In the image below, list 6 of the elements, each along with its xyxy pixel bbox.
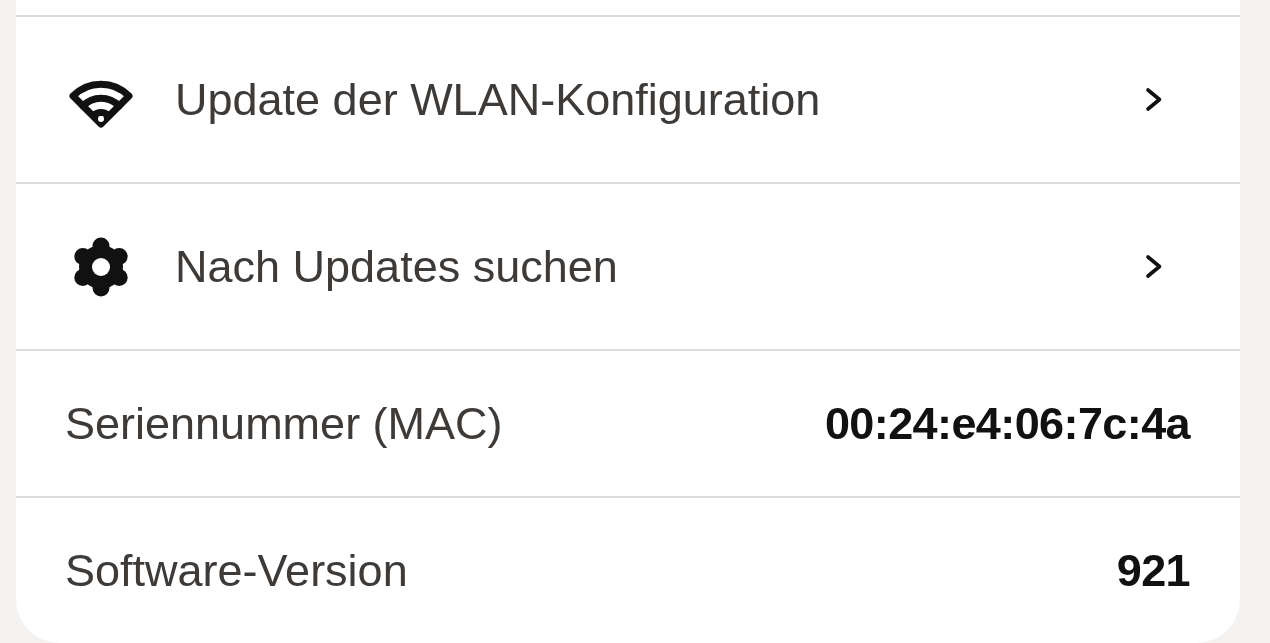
chevron-right-icon: [1145, 254, 1163, 279]
info-value: 00:24:e4:06:7c:4a: [824, 397, 1190, 450]
info-label: Seriennummer (MAC): [65, 397, 503, 450]
chevron-right-icon: [1145, 87, 1163, 112]
info-label: Software-Version: [65, 544, 408, 597]
info-value: 921: [1116, 544, 1190, 597]
